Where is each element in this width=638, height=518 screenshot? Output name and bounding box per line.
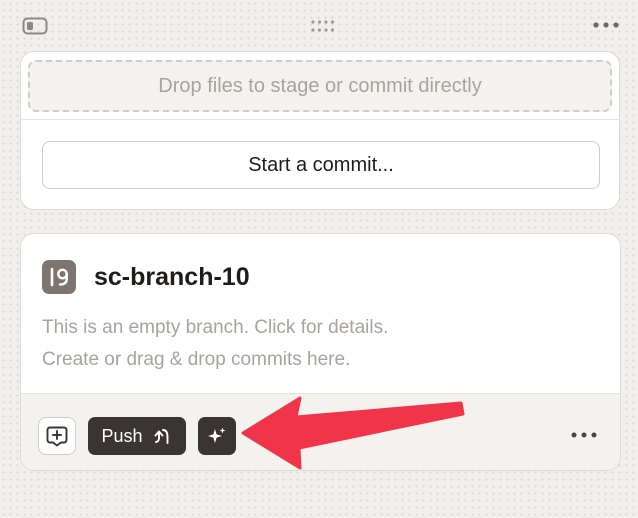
sparkle-icon [208,427,226,443]
ai-generate-button[interactable] [198,417,236,455]
more-options-button[interactable] [590,14,622,36]
drop-zone[interactable]: Drop files to stage or commit directly [28,60,612,112]
branch-more-button[interactable] [566,422,602,448]
branch-name[interactable]: sc-branch-10 [94,263,250,292]
start-commit-button[interactable]: Start a commit... [42,141,600,189]
drop-zone-text: Drop files to stage or commit directly [158,74,482,97]
divider [21,119,619,120]
branch-description: This is an empty branch. Click for detai… [42,312,582,376]
branch-actions-bar: Push [21,393,620,470]
push-button[interactable]: Push [88,417,186,455]
ellipsis-icon [571,432,597,438]
drag-grip-icon [311,20,335,32]
ellipsis-icon [593,22,619,28]
branch-header: sc-branch-10 [42,260,250,294]
drag-handle[interactable] [308,18,338,34]
branch-card[interactable]: sc-branch-10 This is an empty branch. Cl… [20,233,621,471]
commit-panel: Drop files to stage or commit directly S… [20,51,620,210]
branch-badge [42,260,76,294]
add-review-icon [46,426,68,447]
start-commit-label: Start a commit... [248,153,394,176]
sidebar-panel-icon [22,17,48,35]
push-label: Push [101,425,143,446]
branch-description-line: Create or drag & drop commits here. [42,349,351,370]
branch-description-line: This is an empty branch. Click for detai… [42,317,389,338]
push-arrow-icon [154,429,168,444]
top-bar [0,0,638,50]
sidebar-toggle-button[interactable] [22,16,48,36]
add-review-button[interactable] [38,417,76,455]
branch-lane-icon [50,267,68,287]
